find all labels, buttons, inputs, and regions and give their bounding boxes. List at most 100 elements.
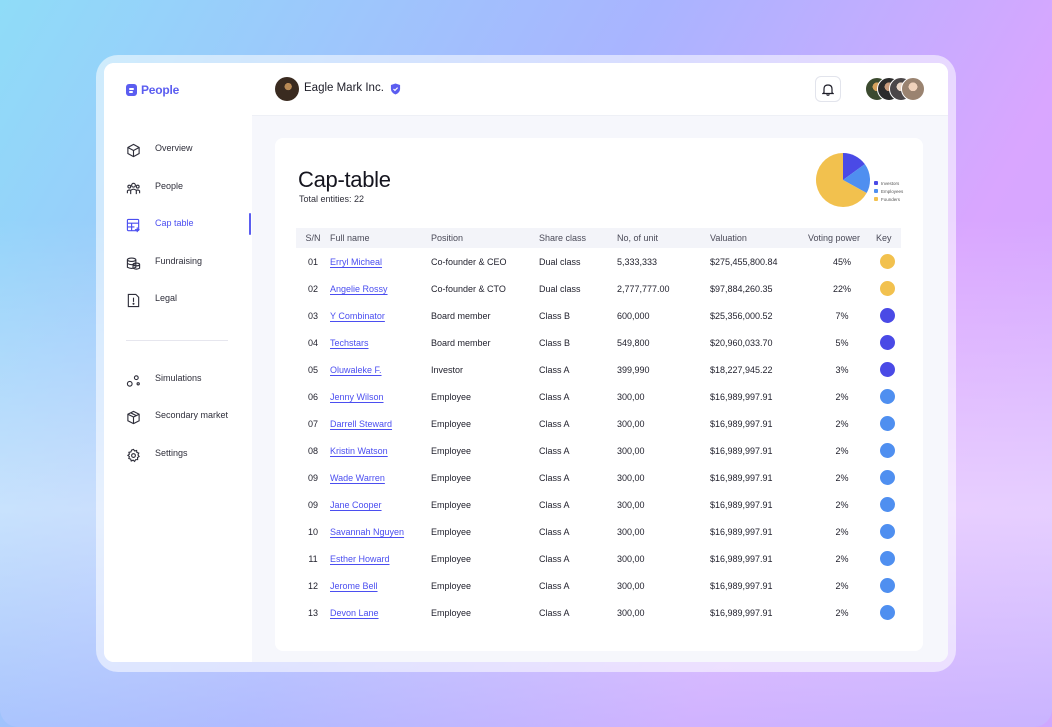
table-row[interactable]: 12 Jerome Bell Employee Class A 300,00 $16,98… xyxy=(296,572,901,599)
key-color-dot xyxy=(880,605,895,620)
row-units-cell: 600,000 xyxy=(617,310,650,321)
team-avatars[interactable] xyxy=(865,77,927,101)
person-link[interactable]: Kristin Watson xyxy=(330,446,388,456)
sidebar-item-legal[interactable]: Legal xyxy=(126,291,177,309)
person-link[interactable]: Techstars xyxy=(330,338,369,348)
table-row[interactable]: 10 Savannah Nguyen Employee Class A 300,00 $1… xyxy=(296,518,901,545)
cap-table-card: Cap-table Total entities: 22 Investors Em… xyxy=(275,138,923,651)
person-link[interactable]: Jane Cooper xyxy=(330,500,382,510)
table-row[interactable]: 05 Oluwaleke F. Investor Class A 399,990 $18,… xyxy=(296,356,901,383)
column-header[interactable]: No, of unit xyxy=(617,228,710,248)
app-window: People Overview People Cap table Fundrai… xyxy=(104,63,948,662)
table-row[interactable]: 03 Y Combinator Board member Class B 600,000… xyxy=(296,302,901,329)
total-entities: Total entities: 22 xyxy=(299,194,365,204)
person-link[interactable]: Darrell Steward xyxy=(330,419,392,429)
row-valuation-cell: $16,989,997.91 xyxy=(710,499,773,510)
person-link[interactable]: Angelie Rossy xyxy=(330,284,388,294)
verified-shield-icon xyxy=(390,83,401,95)
table-row[interactable]: 04 Techstars Board member Class B 549,800 $20… xyxy=(296,329,901,356)
table-row[interactable]: 02 Angelie Rossy Co-founder & CTO Dual clas… xyxy=(296,275,901,302)
sidebar-item-overview[interactable]: Overview xyxy=(126,141,193,159)
row-key-cell xyxy=(876,248,901,275)
avatar[interactable] xyxy=(901,77,925,101)
sidebar-item-people[interactable]: People xyxy=(126,179,183,197)
row-valuation-cell: $16,989,997.91 xyxy=(710,472,773,483)
cap-table: S/N Full name Position Share class No, o… xyxy=(296,228,901,626)
person-link[interactable]: Oluwaleke F. xyxy=(330,365,382,375)
sidebar-item-label: Secondary market xyxy=(155,410,229,420)
legend-item: Founders xyxy=(874,195,903,203)
row-units-cell: 300,00 xyxy=(617,526,645,537)
sidebar-item-fundraising[interactable]: Fundraising xyxy=(126,254,202,272)
row-units-cell: 549,800 xyxy=(617,337,650,348)
row-share-class-cell: Class A xyxy=(539,526,570,537)
column-header[interactable]: Key xyxy=(876,228,901,248)
document-icon xyxy=(127,293,140,307)
row-sn-cell: 03 xyxy=(307,310,318,321)
row-full-name-cell: Angelie Rossy xyxy=(330,275,431,302)
column-header[interactable]: Voting power xyxy=(808,228,876,248)
row-voting-power-cell: 22% xyxy=(832,283,851,294)
row-valuation-cell: $16,989,997.91 xyxy=(710,418,773,429)
row-position-cell: Employee xyxy=(431,607,472,618)
sidebar-item-label: Settings xyxy=(155,448,188,458)
row-share-class-cell: Class A xyxy=(539,418,570,429)
table-row[interactable]: 01 Erryl Micheal Co-founder & CEO Dual clas… xyxy=(296,248,901,275)
row-full-name-cell: Jenny Wilson xyxy=(330,383,431,410)
column-header[interactable]: Position xyxy=(431,228,539,248)
row-valuation-cell: $16,989,997.91 xyxy=(710,553,773,564)
person-link[interactable]: Esther Howard xyxy=(330,554,390,564)
key-color-dot xyxy=(880,524,895,539)
person-link[interactable]: Wade Warren xyxy=(330,473,385,483)
table-row[interactable]: 07 Darrell Steward Employee Class A 300,00 $1… xyxy=(296,410,901,437)
person-link[interactable]: Jenny Wilson xyxy=(330,392,384,402)
row-share-class-cell: Class A xyxy=(539,499,570,510)
column-header[interactable]: Share class xyxy=(539,228,617,248)
person-link[interactable]: Erryl Micheal xyxy=(330,257,382,267)
row-share-class-cell: Dual class xyxy=(539,283,581,294)
table-icon xyxy=(126,218,140,232)
company-name[interactable]: Eagle Mark Inc. xyxy=(304,82,384,94)
row-full-name-cell: Esther Howard xyxy=(330,545,431,572)
gear-icon xyxy=(126,448,140,462)
notifications-button[interactable] xyxy=(815,76,841,102)
person-link[interactable]: Devon Lane xyxy=(330,608,379,618)
table-row[interactable]: 08 Kristin Watson Employee Class A 300,00 $16… xyxy=(296,437,901,464)
sidebar-item-simulations[interactable]: Simulations xyxy=(126,371,202,389)
sidebar-item-secondary-market[interactable]: Secondary market xyxy=(126,408,228,426)
row-position-cell: Employee xyxy=(431,553,472,564)
row-units-cell: 5,333,333 xyxy=(617,256,658,267)
row-voting-power-cell: 2% xyxy=(835,391,849,402)
sidebar-item-label: Simulations xyxy=(155,373,202,383)
key-color-dot xyxy=(880,443,895,458)
table-row[interactable]: 13 Devon Lane Employee Class A 300,00 $16,989… xyxy=(296,599,901,626)
row-key-cell xyxy=(876,410,901,437)
table-row[interactable]: 09 Wade Warren Employee Class A 300,00 $16,98… xyxy=(296,464,901,491)
row-sn-cell: 13 xyxy=(307,607,318,618)
row-sn-cell: 10 xyxy=(307,526,318,537)
row-valuation-cell: $16,989,997.91 xyxy=(710,607,773,618)
row-voting-power-cell: 2% xyxy=(835,418,849,429)
column-header[interactable]: Full name xyxy=(330,228,431,248)
row-position-cell: Investor xyxy=(431,364,464,375)
key-color-dot xyxy=(880,281,895,296)
sidebar-item-settings[interactable]: Settings xyxy=(126,446,188,464)
sidebar-item-label: People xyxy=(155,181,184,191)
key-color-dot xyxy=(880,416,895,431)
row-full-name-cell: Oluwaleke F. xyxy=(330,356,431,383)
person-link[interactable]: Savannah Nguyen xyxy=(330,527,404,537)
logo[interactable]: People xyxy=(126,83,179,97)
row-units-cell: 300,00 xyxy=(617,580,645,591)
table-row[interactable]: 11 Esther Howard Employee Class A 300,00 $16,… xyxy=(296,545,901,572)
table-row[interactable]: 09 Jane Cooper Employee Class A 300,00 $16,98… xyxy=(296,491,901,518)
person-link[interactable]: Y Combinator xyxy=(330,311,385,321)
person-link[interactable]: Jerome Bell xyxy=(330,581,378,591)
column-header[interactable]: Valuation xyxy=(710,228,808,248)
row-sn-cell: 01 xyxy=(307,256,318,267)
row-position-cell: Co-founder & CTO xyxy=(431,283,506,294)
sidebar-item-cap-table[interactable]: Cap table xyxy=(126,216,194,234)
column-header[interactable]: S/N xyxy=(296,228,330,248)
row-valuation-cell: $16,989,997.91 xyxy=(710,391,773,402)
company-avatar[interactable] xyxy=(275,77,299,101)
table-row[interactable]: 06 Jenny Wilson Employee Class A 300,00 $16,9… xyxy=(296,383,901,410)
